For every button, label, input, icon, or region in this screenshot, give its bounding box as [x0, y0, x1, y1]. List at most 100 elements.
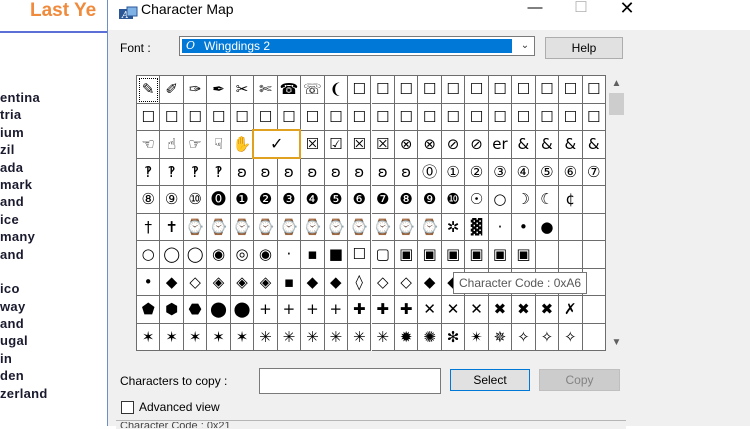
character-cell[interactable]: ⌚	[207, 213, 231, 241]
character-cell[interactable]: ☏	[301, 76, 325, 104]
character-cell[interactable]: ☐	[254, 103, 278, 131]
character-cell[interactable]: ⌚	[183, 213, 208, 241]
character-cell[interactable]: ⬤	[230, 296, 255, 324]
character-cell[interactable]: ✋	[230, 131, 255, 159]
character-cell[interactable]: ☾	[535, 186, 560, 214]
character-cell[interactable]: ✳	[348, 323, 372, 351]
character-cell[interactable]: ❨	[324, 76, 349, 104]
character-cell[interactable]: ▪	[277, 268, 302, 296]
character-cell[interactable]: ☒	[348, 131, 372, 159]
character-cell[interactable]: ◉	[207, 241, 231, 269]
character-cell[interactable]: ⊗	[418, 131, 442, 159]
character-cell[interactable]: ✧	[535, 323, 560, 351]
character-cell[interactable]: ¢	[559, 186, 583, 214]
minimize-button[interactable]: —	[512, 0, 558, 30]
character-cell[interactable]: ʚ	[301, 158, 325, 186]
character-cell[interactable]: ʚ	[324, 158, 349, 186]
character-cell[interactable]: ✕	[418, 296, 442, 324]
character-cell[interactable]: ▪	[301, 241, 325, 269]
character-cell[interactable]: ✖	[488, 296, 513, 324]
character-cell[interactable]: ③	[488, 158, 513, 186]
character-cell[interactable]: ❹	[301, 186, 325, 214]
character-cell[interactable]: ⊘	[465, 131, 489, 159]
character-cell[interactable]: ☽	[512, 186, 536, 214]
character-cell[interactable]: ✳	[371, 323, 395, 351]
character-cell[interactable]: ✎	[137, 76, 161, 104]
character-cell[interactable]: ▣	[488, 241, 513, 269]
character-cell[interactable]: ①	[441, 158, 466, 186]
character-cell[interactable]: ☝	[160, 131, 184, 159]
character-cell[interactable]: ❸	[277, 186, 302, 214]
select-button[interactable]: Select	[450, 369, 530, 391]
character-cell[interactable]: ⓿	[207, 186, 231, 214]
title-bar[interactable]: A Character Map — ☐ ✕	[108, 0, 750, 30]
character-cell[interactable]	[582, 241, 606, 269]
character-cell[interactable]: ✂	[230, 76, 255, 104]
close-button[interactable]: ✕	[604, 0, 650, 30]
character-cell[interactable]	[582, 186, 606, 214]
character-cell[interactable]: ⬟	[137, 296, 161, 324]
character-cell[interactable]: •	[137, 268, 161, 296]
character-cell[interactable]: ·	[488, 213, 513, 241]
character-cell[interactable]: ☐	[512, 76, 536, 104]
character-cell[interactable]: ☐	[418, 103, 442, 131]
character-cell[interactable]: ④	[512, 158, 536, 186]
character-cell[interactable]: ☐	[160, 103, 184, 131]
character-cell[interactable]: ②	[465, 158, 489, 186]
character-cell[interactable]	[559, 213, 583, 241]
character-cell[interactable]: ☐	[301, 103, 325, 131]
character-cell[interactable]: er	[488, 131, 513, 159]
character-cell[interactable]: ◯	[183, 241, 208, 269]
character-cell[interactable]: ☐	[394, 76, 419, 104]
help-button[interactable]: Help	[545, 37, 623, 59]
character-cell[interactable]: ☟	[207, 131, 231, 159]
character-cell[interactable]: ⊗	[394, 131, 419, 159]
character-cell[interactable]: ☐	[441, 76, 466, 104]
character-cell[interactable]: ✚	[394, 296, 419, 324]
character-cell[interactable]: ⌚	[394, 213, 419, 241]
character-cell[interactable]: ▣	[512, 241, 536, 269]
character-cell[interactable]: ✑	[183, 76, 208, 104]
character-cell[interactable]: ‽	[183, 158, 208, 186]
character-cell[interactable]: &	[512, 131, 536, 159]
character-cell[interactable]: ☐	[371, 76, 395, 104]
character-cell[interactable]: ✶	[230, 323, 255, 351]
character-cell[interactable]: ☐	[348, 103, 372, 131]
character-cell[interactable]: ▢	[371, 241, 395, 269]
character-cell[interactable]: ⑩	[183, 186, 208, 214]
font-dropdown[interactable]: O Wingdings 2 ⌄	[179, 36, 535, 56]
character-cell[interactable]: +	[254, 296, 278, 324]
character-cell[interactable]: ʚ	[254, 158, 278, 186]
character-cell[interactable]: ✖	[535, 296, 560, 324]
character-cell[interactable]: ◈	[254, 268, 278, 296]
character-cell[interactable]: ▣	[465, 241, 489, 269]
character-cell[interactable]: ✧	[512, 323, 536, 351]
character-cell[interactable]: ☐	[465, 103, 489, 131]
character-cell[interactable]: ⌚	[371, 213, 395, 241]
character-cell[interactable]: ☒	[371, 131, 395, 159]
character-cell[interactable]: ☐	[348, 76, 372, 104]
scroll-down-icon[interactable]: ▼	[608, 334, 625, 351]
character-cell[interactable]: ⌚	[348, 213, 372, 241]
character-cell[interactable]: ☐	[441, 103, 466, 131]
character-cell[interactable]: &	[559, 131, 583, 159]
character-cell[interactable]: •	[512, 213, 536, 241]
character-cell[interactable]: +	[324, 296, 349, 324]
character-cell[interactable]: ☐	[559, 103, 583, 131]
character-cell[interactable]: ☐	[465, 76, 489, 104]
character-cell[interactable]: ☐	[488, 103, 513, 131]
character-cell[interactable]: ■	[324, 241, 349, 269]
character-cell[interactable]: ✲	[441, 213, 466, 241]
character-cell[interactable]: ☐	[230, 103, 255, 131]
character-cell[interactable]: ▣	[441, 241, 466, 269]
grid-scrollbar[interactable]: ▲ ▼	[608, 75, 625, 351]
character-cell[interactable]: ☉	[465, 186, 489, 214]
character-cell[interactable]: ❺	[324, 186, 349, 214]
character-cell[interactable]: ◆	[418, 268, 442, 296]
character-cell[interactable]: ❶	[230, 186, 255, 214]
character-cell[interactable]: ✗	[559, 296, 583, 324]
character-cell[interactable]: ◈	[230, 268, 255, 296]
character-cell[interactable]: ʚ	[371, 158, 395, 186]
character-cell[interactable]: ◇	[394, 268, 419, 296]
character-cell[interactable]: ❿	[441, 186, 466, 214]
